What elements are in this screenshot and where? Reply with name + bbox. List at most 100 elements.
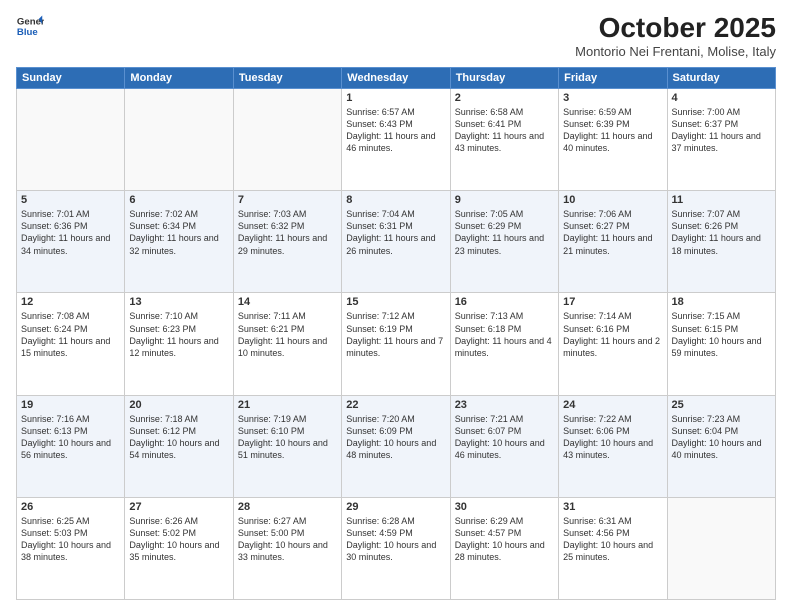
day-number: 27 [129, 501, 228, 513]
table-row: 3 Sunrise: 6:59 AM Sunset: 6:39 PM Daylig… [559, 89, 667, 191]
day-number: 7 [238, 194, 337, 206]
header: General Blue October 2025 Montorio Nei F… [16, 12, 776, 59]
col-monday: Monday [125, 68, 233, 89]
table-row: 26 Sunrise: 6:25 AM Sunset: 5:03 PM Dayli… [17, 497, 125, 599]
table-row: 7Sunrise: 7:03 AM Sunset: 6:32 PM Daylig… [233, 191, 341, 293]
day-info: Sunrise: 7:14 AM Sunset: 6:16 PM Dayligh… [563, 310, 662, 359]
table-row: 17 Sunrise: 7:14 AM Sunset: 6:16 PM Dayli… [559, 293, 667, 395]
day-number: 20 [129, 399, 228, 411]
col-tuesday: Tuesday [233, 68, 341, 89]
calendar-week-row: 1 Sunrise: 6:57 AM Sunset: 6:43 PM Daylig… [17, 89, 776, 191]
day-info: Sunrise: 6:27 AM Sunset: 5:00 PM Dayligh… [238, 515, 337, 564]
col-thursday: Thursday [450, 68, 558, 89]
day-number: 16 [455, 296, 554, 308]
table-row: 2Sunrise: 6:58 AM Sunset: 6:41 PM Daylig… [450, 89, 558, 191]
table-row: 15 Sunrise: 7:12 AM Sunset: 6:19 PM Dayli… [342, 293, 450, 395]
day-info: Sunrise: 7:04 AM Sunset: 6:31 PM Dayligh… [346, 208, 445, 257]
day-number: 19 [21, 399, 120, 411]
day-number: 21 [238, 399, 337, 411]
day-info: Sunrise: 7:12 AM Sunset: 6:19 PM Dayligh… [346, 310, 445, 359]
day-info: Sunrise: 7:16 AM Sunset: 6:13 PM Dayligh… [21, 413, 120, 462]
title-block: October 2025 Montorio Nei Frentani, Moli… [575, 12, 776, 59]
day-info: Sunrise: 7:10 AM Sunset: 6:23 PM Dayligh… [129, 310, 228, 359]
table-row [233, 89, 341, 191]
day-info: Sunrise: 7:13 AM Sunset: 6:18 PM Dayligh… [455, 310, 554, 359]
day-number: 29 [346, 501, 445, 513]
day-number: 4 [672, 92, 771, 104]
calendar-header-row: Sunday Monday Tuesday Wednesday Thursday… [17, 68, 776, 89]
col-friday: Friday [559, 68, 667, 89]
day-info: Sunrise: 7:15 AM Sunset: 6:15 PM Dayligh… [672, 310, 771, 359]
col-wednesday: Wednesday [342, 68, 450, 89]
day-info: Sunrise: 7:19 AM Sunset: 6:10 PM Dayligh… [238, 413, 337, 462]
month-title: October 2025 [575, 12, 776, 44]
table-row: 23 Sunrise: 7:21 AM Sunset: 6:07 PM Dayli… [450, 395, 558, 497]
table-row: 27 Sunrise: 6:26 AM Sunset: 5:02 PM Dayli… [125, 497, 233, 599]
col-sunday: Sunday [17, 68, 125, 89]
day-number: 24 [563, 399, 662, 411]
day-number: 18 [672, 296, 771, 308]
table-row: 31 Sunrise: 6:31 AM Sunset: 4:56 PM Dayli… [559, 497, 667, 599]
day-number: 2 [455, 92, 554, 104]
day-info: Sunrise: 7:05 AM Sunset: 6:29 PM Dayligh… [455, 208, 554, 257]
table-row: 21 Sunrise: 7:19 AM Sunset: 6:10 PM Dayli… [233, 395, 341, 497]
table-row: 22 Sunrise: 7:20 AM Sunset: 6:09 PM Dayli… [342, 395, 450, 497]
day-number: 12 [21, 296, 120, 308]
day-number: 13 [129, 296, 228, 308]
table-row: 8Sunrise: 7:04 AM Sunset: 6:31 PM Daylig… [342, 191, 450, 293]
day-number: 17 [563, 296, 662, 308]
table-row [667, 497, 775, 599]
calendar-week-row: 12 Sunrise: 7:08 AM Sunset: 6:24 PM Dayli… [17, 293, 776, 395]
table-row [125, 89, 233, 191]
table-row: 30Sunrise: 6:29 AM Sunset: 4:57 PM Dayli… [450, 497, 558, 599]
day-info: Sunrise: 7:22 AM Sunset: 6:06 PM Dayligh… [563, 413, 662, 462]
table-row: 24 Sunrise: 7:22 AM Sunset: 6:06 PM Dayli… [559, 395, 667, 497]
table-row: 12 Sunrise: 7:08 AM Sunset: 6:24 PM Dayli… [17, 293, 125, 395]
logo: General Blue [16, 12, 44, 40]
day-number: 5 [21, 194, 120, 206]
table-row: 19 Sunrise: 7:16 AM Sunset: 6:13 PM Dayli… [17, 395, 125, 497]
day-info: Sunrise: 7:07 AM Sunset: 6:26 PM Dayligh… [672, 208, 771, 257]
table-row: 16 Sunrise: 7:13 AM Sunset: 6:18 PM Dayli… [450, 293, 558, 395]
day-info: Sunrise: 7:01 AM Sunset: 6:36 PM Dayligh… [21, 208, 120, 257]
day-info: Sunrise: 7:21 AM Sunset: 6:07 PM Dayligh… [455, 413, 554, 462]
day-info: Sunrise: 6:26 AM Sunset: 5:02 PM Dayligh… [129, 515, 228, 564]
day-info: Sunrise: 6:31 AM Sunset: 4:56 PM Dayligh… [563, 515, 662, 564]
day-number: 23 [455, 399, 554, 411]
day-info: Sunrise: 7:00 AM Sunset: 6:37 PM Dayligh… [672, 106, 771, 155]
calendar-week-row: 5 Sunrise: 7:01 AM Sunset: 6:36 PM Daylig… [17, 191, 776, 293]
day-info: Sunrise: 7:11 AM Sunset: 6:21 PM Dayligh… [238, 310, 337, 359]
table-row: 14Sunrise: 7:11 AM Sunset: 6:21 PM Dayli… [233, 293, 341, 395]
calendar-week-row: 26 Sunrise: 6:25 AM Sunset: 5:03 PM Dayli… [17, 497, 776, 599]
table-row: 18 Sunrise: 7:15 AM Sunset: 6:15 PM Dayli… [667, 293, 775, 395]
day-info: Sunrise: 6:25 AM Sunset: 5:03 PM Dayligh… [21, 515, 120, 564]
day-info: Sunrise: 7:18 AM Sunset: 6:12 PM Dayligh… [129, 413, 228, 462]
table-row: 6Sunrise: 7:02 AM Sunset: 6:34 PM Daylig… [125, 191, 233, 293]
day-number: 25 [672, 399, 771, 411]
table-row: 25 Sunrise: 7:23 AM Sunset: 6:04 PM Dayli… [667, 395, 775, 497]
day-info: Sunrise: 7:20 AM Sunset: 6:09 PM Dayligh… [346, 413, 445, 462]
table-row: 20 Sunrise: 7:18 AM Sunset: 6:12 PM Dayli… [125, 395, 233, 497]
day-number: 9 [455, 194, 554, 206]
day-number: 15 [346, 296, 445, 308]
day-info: Sunrise: 7:08 AM Sunset: 6:24 PM Dayligh… [21, 310, 120, 359]
day-number: 22 [346, 399, 445, 411]
day-info: Sunrise: 7:23 AM Sunset: 6:04 PM Dayligh… [672, 413, 771, 462]
day-number: 3 [563, 92, 662, 104]
day-info: Sunrise: 7:02 AM Sunset: 6:34 PM Dayligh… [129, 208, 228, 257]
calendar-week-row: 19 Sunrise: 7:16 AM Sunset: 6:13 PM Dayli… [17, 395, 776, 497]
day-info: Sunrise: 6:57 AM Sunset: 6:43 PM Dayligh… [346, 106, 445, 155]
day-info: Sunrise: 7:06 AM Sunset: 6:27 PM Dayligh… [563, 208, 662, 257]
table-row: 9 Sunrise: 7:05 AM Sunset: 6:29 PM Daylig… [450, 191, 558, 293]
day-number: 26 [21, 501, 120, 513]
day-info: Sunrise: 6:59 AM Sunset: 6:39 PM Dayligh… [563, 106, 662, 155]
day-number: 1 [346, 92, 445, 104]
table-row: 11Sunrise: 7:07 AM Sunset: 6:26 PM Dayli… [667, 191, 775, 293]
page: General Blue October 2025 Montorio Nei F… [0, 0, 792, 612]
table-row: 5 Sunrise: 7:01 AM Sunset: 6:36 PM Daylig… [17, 191, 125, 293]
day-number: 28 [238, 501, 337, 513]
day-info: Sunrise: 6:29 AM Sunset: 4:57 PM Dayligh… [455, 515, 554, 564]
calendar-table: Sunday Monday Tuesday Wednesday Thursday… [16, 67, 776, 600]
table-row: 4 Sunrise: 7:00 AM Sunset: 6:37 PM Daylig… [667, 89, 775, 191]
day-number: 31 [563, 501, 662, 513]
